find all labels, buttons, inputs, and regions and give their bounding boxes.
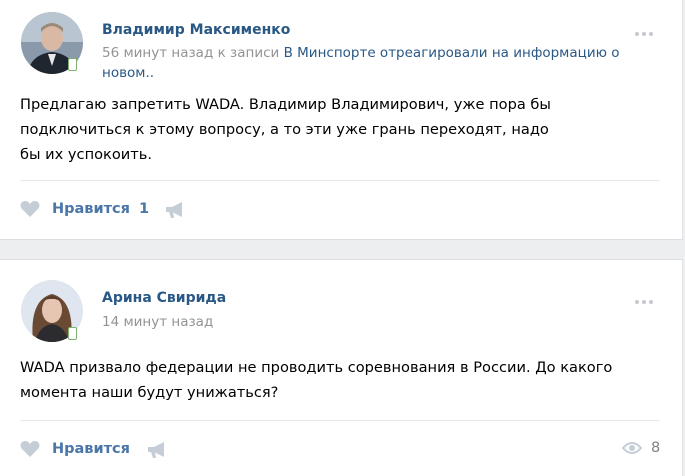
context-prefix: к записи xyxy=(217,45,280,61)
megaphone-icon xyxy=(166,202,182,218)
author-name[interactable]: Владимир Максименко xyxy=(102,22,290,38)
eye-icon xyxy=(622,442,642,454)
comment-card: Владимир Максименко 56 минут назад к зап… xyxy=(0,0,683,240)
more-dots-icon[interactable] xyxy=(635,32,653,36)
like-label: Нравится xyxy=(52,201,130,217)
heart-icon xyxy=(20,441,40,457)
megaphone-icon xyxy=(148,442,164,458)
mobile-phone-icon xyxy=(68,327,77,340)
like-button[interactable]: Нравится 1 xyxy=(20,200,149,218)
comment-time[interactable]: 14 минут назад xyxy=(102,312,213,332)
share-button[interactable] xyxy=(165,201,185,219)
like-button[interactable]: Нравится xyxy=(20,440,130,458)
like-label: Нравится xyxy=(52,441,130,457)
author-name[interactable]: Арина Свирида xyxy=(102,290,226,306)
comment-text: WADA призвало федерации не проводить сор… xyxy=(20,359,613,401)
comment-meta: 56 минут назад к записи В Минспорте отре… xyxy=(102,43,647,83)
comment-card: Арина Свирида 14 минут назад WADA призва… xyxy=(0,259,683,476)
divider xyxy=(20,420,660,421)
share-button[interactable] xyxy=(147,441,167,459)
views-count: 8 xyxy=(651,440,661,456)
like-count: 1 xyxy=(138,201,150,217)
comment-time[interactable]: 56 минут назад xyxy=(102,45,213,61)
more-dots-icon[interactable] xyxy=(635,300,653,304)
mobile-phone-icon xyxy=(68,58,77,71)
views-counter: 8 xyxy=(622,440,660,456)
divider xyxy=(20,180,660,181)
heart-icon xyxy=(20,201,40,217)
comment-text: Предлагаю запретить WADA. Владимир Влади… xyxy=(20,96,551,163)
